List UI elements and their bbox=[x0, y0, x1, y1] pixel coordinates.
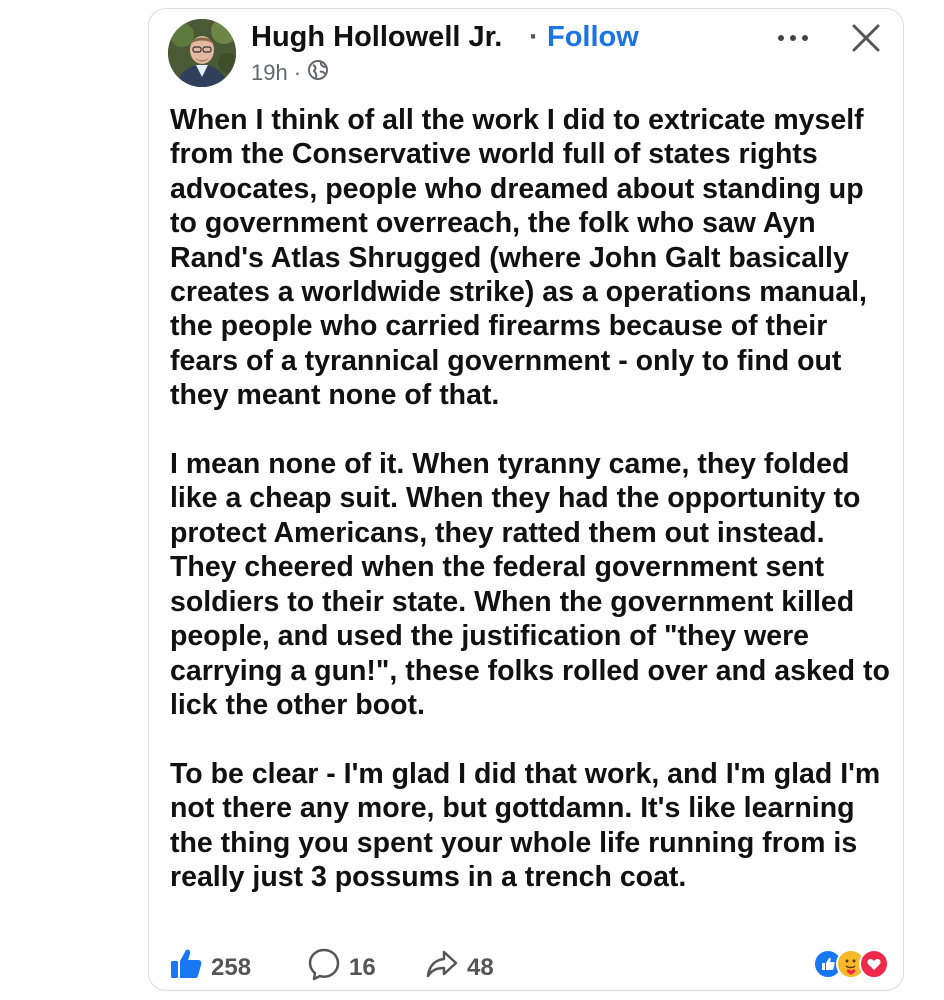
follow-button[interactable]: Follow bbox=[547, 21, 639, 54]
comment-action[interactable]: 16 bbox=[307, 947, 376, 988]
reaction-summary[interactable] bbox=[813, 949, 889, 979]
share-action[interactable]: 48 bbox=[425, 947, 494, 988]
meta-separator: · bbox=[293, 60, 302, 85]
comment-count: 16 bbox=[349, 953, 376, 981]
more-dots-icon bbox=[778, 35, 808, 41]
love-icon bbox=[859, 949, 889, 979]
post-card: Hugh Hollowell Jr. · Follow 19h · When I… bbox=[148, 8, 904, 991]
post-time[interactable]: 19h bbox=[251, 60, 288, 86]
avatar[interactable] bbox=[168, 19, 236, 87]
close-button[interactable] bbox=[849, 21, 883, 55]
comment-icon bbox=[307, 947, 341, 988]
globe-icon bbox=[307, 59, 329, 87]
close-icon bbox=[852, 24, 880, 52]
post-footer: 258 16 48 bbox=[169, 947, 889, 983]
thumbs-up-icon bbox=[169, 947, 203, 988]
like-count: 258 bbox=[211, 953, 252, 981]
author-name[interactable]: Hugh Hollowell Jr. bbox=[251, 21, 502, 54]
more-options-button[interactable] bbox=[773, 23, 813, 53]
like-action[interactable]: 258 bbox=[169, 947, 251, 988]
name-separator: · bbox=[529, 21, 539, 53]
post-body: When I think of all the work I did to ex… bbox=[170, 104, 890, 893]
post-meta: 19h · bbox=[251, 59, 329, 87]
share-arrow-icon bbox=[425, 947, 459, 988]
share-count: 48 bbox=[467, 953, 494, 981]
